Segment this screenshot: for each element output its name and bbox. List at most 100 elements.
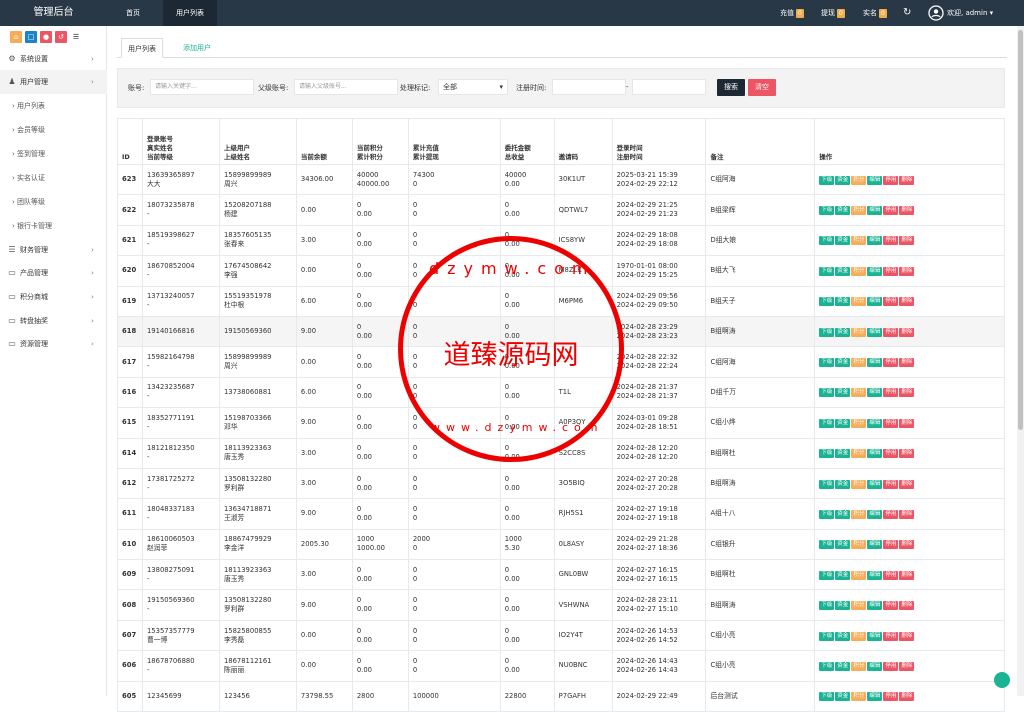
sub-button[interactable]: 下级	[819, 661, 835, 671]
funds-button[interactable]: 资金	[835, 449, 851, 459]
delete-button[interactable]: 删除	[899, 449, 915, 459]
edit-button[interactable]: 编辑	[867, 449, 883, 459]
menu-system-settings[interactable]: ⚙ 系统设置 ›	[0, 47, 107, 71]
points-button[interactable]: 积分	[851, 570, 867, 580]
menu-products[interactable]: ▭ 产品管理 ›	[0, 261, 107, 285]
funds-button[interactable]: 资金	[835, 358, 851, 368]
points-button[interactable]: 积分	[851, 509, 867, 519]
sub-button[interactable]: 下级	[819, 418, 835, 428]
disable-button[interactable]: 停用	[883, 418, 899, 428]
points-button[interactable]: 积分	[851, 479, 867, 489]
back-to-top-button[interactable]	[994, 672, 1010, 688]
sub-button[interactable]: 下级	[819, 449, 835, 459]
sub-button[interactable]: 下级	[819, 175, 835, 185]
delete-button[interactable]: 删除	[899, 297, 915, 307]
sub-button[interactable]: 下级	[819, 509, 835, 519]
points-button[interactable]: 积分	[851, 175, 867, 185]
funds-button[interactable]: 资金	[835, 418, 851, 428]
sub-button[interactable]: 下级	[819, 692, 835, 702]
menu-resources[interactable]: ▭ 资源管理 ›	[0, 332, 107, 356]
edit-button[interactable]: 编辑	[867, 661, 883, 671]
edit-button[interactable]: 编辑	[867, 601, 883, 611]
sub-button[interactable]: 下级	[819, 631, 835, 641]
points-button[interactable]: 积分	[851, 388, 867, 398]
clear-button[interactable]: 清空	[748, 79, 776, 96]
points-button[interactable]: 积分	[851, 236, 867, 246]
sub-team-level[interactable]: › 团队等级	[0, 190, 107, 214]
reload-icon[interactable]: ↺	[55, 31, 67, 43]
delete-button[interactable]: 删除	[899, 175, 915, 185]
points-button[interactable]: 积分	[851, 206, 867, 216]
edit-button[interactable]: 编辑	[867, 175, 883, 185]
sub-button[interactable]: 下级	[819, 540, 835, 550]
sub-checkin[interactable]: › 签到管理	[0, 142, 107, 166]
points-button[interactable]: 积分	[851, 601, 867, 611]
disable-button[interactable]: 停用	[883, 206, 899, 216]
recharge-link[interactable]: 充值 0	[780, 0, 804, 26]
delete-button[interactable]: 删除	[899, 509, 915, 519]
sub-button[interactable]: 下级	[819, 479, 835, 489]
points-button[interactable]: 积分	[851, 266, 867, 276]
disable-button[interactable]: 停用	[883, 661, 899, 671]
delete-button[interactable]: 删除	[899, 206, 915, 216]
funds-button[interactable]: 资金	[835, 327, 851, 337]
edit-button[interactable]: 编辑	[867, 297, 883, 307]
nav-user-list[interactable]: 用户列表	[163, 0, 217, 26]
file-icon[interactable]: □	[25, 31, 37, 43]
sub-bank-card[interactable]: › 银行卡管理	[0, 214, 107, 238]
points-button[interactable]: 积分	[851, 692, 867, 702]
funds-button[interactable]: 资金	[835, 631, 851, 641]
points-button[interactable]: 积分	[851, 327, 867, 337]
delete-button[interactable]: 删除	[899, 661, 915, 671]
disable-button[interactable]: 停用	[883, 327, 899, 337]
edit-button[interactable]: 编辑	[867, 570, 883, 580]
disable-button[interactable]: 停用	[883, 631, 899, 641]
withdraw-link[interactable]: 提现 0	[821, 0, 845, 26]
edit-button[interactable]: 编辑	[867, 388, 883, 398]
funds-button[interactable]: 资金	[835, 601, 851, 611]
scrollbar-thumb[interactable]	[1018, 30, 1023, 430]
sub-member-level[interactable]: › 会员等级	[0, 118, 107, 142]
delete-button[interactable]: 删除	[899, 327, 915, 337]
edit-button[interactable]: 编辑	[867, 236, 883, 246]
funds-button[interactable]: 资金	[835, 206, 851, 216]
sub-button[interactable]: 下级	[819, 358, 835, 368]
points-button[interactable]: 积分	[851, 358, 867, 368]
points-button[interactable]: 积分	[851, 297, 867, 307]
delete-button[interactable]: 删除	[899, 692, 915, 702]
edit-button[interactable]: 编辑	[867, 479, 883, 489]
edit-button[interactable]: 编辑	[867, 358, 883, 368]
tab-add-user[interactable]: 添加用户	[177, 38, 217, 58]
sub-button[interactable]: 下级	[819, 236, 835, 246]
sub-button[interactable]: 下级	[819, 601, 835, 611]
disable-button[interactable]: 停用	[883, 297, 899, 307]
lock-icon[interactable]: ●	[40, 31, 52, 43]
edit-button[interactable]: 编辑	[867, 266, 883, 276]
delete-button[interactable]: 删除	[899, 479, 915, 489]
edit-button[interactable]: 编辑	[867, 418, 883, 428]
sub-button[interactable]: 下级	[819, 206, 835, 216]
delete-button[interactable]: 删除	[899, 358, 915, 368]
menu-user-management[interactable]: ♟ 用户管理 ›	[0, 70, 107, 94]
disable-button[interactable]: 停用	[883, 540, 899, 550]
start-date-input[interactable]	[552, 79, 626, 95]
disable-button[interactable]: 停用	[883, 266, 899, 276]
points-button[interactable]: 积分	[851, 631, 867, 641]
parent-account-input[interactable]: 请输入父级账号...	[294, 79, 398, 95]
sub-user-list[interactable]: › 用户列表	[0, 94, 107, 118]
funds-button[interactable]: 资金	[835, 479, 851, 489]
funds-button[interactable]: 资金	[835, 692, 851, 702]
edit-button[interactable]: 编辑	[867, 327, 883, 337]
points-button[interactable]: 积分	[851, 661, 867, 671]
user-menu[interactable]: 欢迎, admin ▾	[928, 0, 993, 26]
edit-button[interactable]: 编辑	[867, 631, 883, 641]
scrollbar[interactable]	[1017, 26, 1024, 696]
edit-button[interactable]: 编辑	[867, 692, 883, 702]
home-icon[interactable]: ⌂	[10, 31, 22, 43]
delete-button[interactable]: 删除	[899, 418, 915, 428]
nav-home[interactable]: 首页	[118, 0, 148, 26]
refresh-icon[interactable]: ↻	[903, 0, 911, 26]
delete-button[interactable]: 删除	[899, 601, 915, 611]
funds-button[interactable]: 资金	[835, 236, 851, 246]
realname-link[interactable]: 实名 0	[863, 0, 887, 26]
